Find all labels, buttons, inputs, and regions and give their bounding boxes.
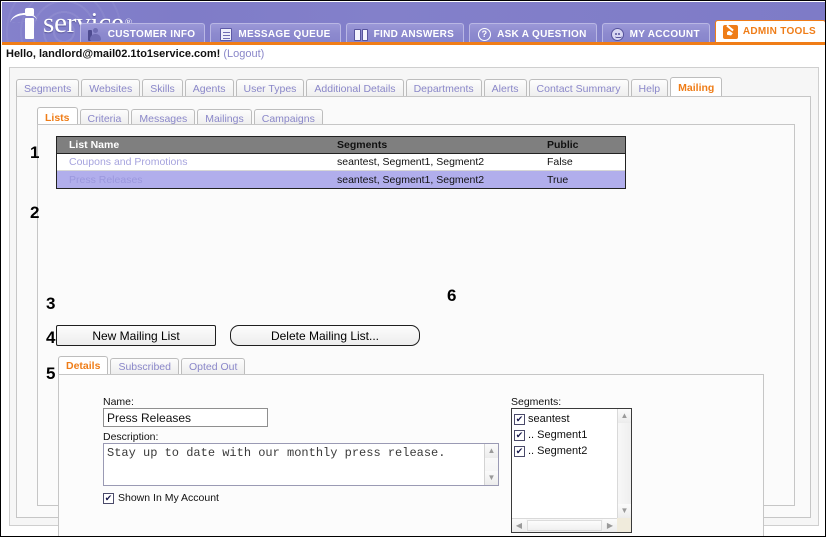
nav-tab-label: CUSTOMER INFO [107, 29, 196, 40]
application-window: service ® CUSTOMER INFO MESSAGE QUEUE [0, 0, 826, 537]
primary-navigation: CUSTOMER INFO MESSAGE QUEUE FIND ANSWERS… [79, 20, 825, 45]
public-cell: False [547, 156, 573, 168]
scroll-up-icon[interactable]: ▲ [618, 409, 631, 423]
annotation-6: 6 [447, 286, 457, 305]
description-vertical-scrollbar[interactable]: ▲ ▼ [484, 444, 498, 485]
column-header-public: Public [547, 139, 579, 151]
list-name-link[interactable]: Coupons and Promotions [69, 156, 188, 168]
list-name-cell[interactable]: Coupons and Promotions [57, 156, 337, 168]
app-header: service ® CUSTOMER INFO MESSAGE QUEUE [2, 2, 825, 45]
name-field-label: Name: [103, 396, 134, 408]
segment-checkbox[interactable]: ✔ [514, 445, 525, 457]
list-item[interactable]: ✔ seantest [514, 411, 617, 427]
segments-horizontal-scrollbar[interactable]: ◀ ▶ [512, 518, 617, 532]
segments-checkbox-list: ✔ seantest ✔ .. Segment1 ✔ .. Segment2 ▲… [511, 408, 632, 533]
list-actions-toolbar: New Mailing List Delete Mailing List... [56, 325, 420, 346]
tab-subscribed[interactable]: Subscribed [110, 358, 179, 375]
greeting-text: Hello, landlord@mail02.1to1service.com! [6, 48, 221, 60]
scroll-down-icon[interactable]: ▼ [485, 471, 498, 485]
annotation-3: 3 [46, 294, 56, 313]
table-row[interactable]: Press Releases seantest, Segment1, Segme… [57, 171, 625, 188]
scroll-right-icon[interactable]: ▶ [603, 519, 617, 532]
description-textarea[interactable]: Stay up to date with our monthly press r… [104, 444, 484, 485]
segments-cell: seantest, Segment1, Segment2 [337, 156, 485, 168]
nav-tab-message-queue[interactable]: MESSAGE QUEUE [210, 23, 341, 45]
shown-in-my-account-row[interactable]: ✔ Shown In My Account [103, 492, 219, 504]
column-header-list-name: List Name [69, 139, 120, 151]
shown-in-my-account-checkbox[interactable]: ✔ [103, 492, 114, 504]
scroll-left-icon[interactable]: ◀ [512, 519, 526, 532]
tools-icon [722, 24, 738, 39]
tab-opted-out[interactable]: Opted Out [180, 358, 246, 375]
scrollbar-corner [617, 518, 631, 532]
description-field-label: Description: [103, 431, 159, 443]
scroll-thumb[interactable] [527, 520, 602, 531]
admin-tools-panel: Segments Websites Skills Agents User Typ… [9, 67, 819, 536]
greeting-bar: Hello, landlord@mail02.1to1service.com! … [6, 48, 264, 60]
list-item[interactable]: ✔ .. Segment2 [514, 443, 617, 459]
table-row[interactable]: Coupons and Promotions seantest, Segment… [57, 154, 625, 171]
nav-tab-label: FIND ANSWERS [373, 29, 455, 40]
details-panel: Name: Description: Stay up to date with … [58, 374, 764, 536]
public-cell: True [547, 173, 569, 186]
annotation-5: 5 [46, 364, 56, 383]
list-name-link[interactable]: Press Releases [69, 174, 143, 186]
new-mailing-list-button[interactable]: New Mailing List [56, 325, 216, 346]
annotation-4: 4 [46, 328, 56, 347]
nav-tab-find-answers[interactable]: FIND ANSWERS [345, 23, 465, 45]
book-icon [354, 28, 369, 42]
tab-details[interactable]: Details [58, 356, 109, 375]
list-item[interactable]: ✔ .. Segment1 [514, 427, 617, 443]
scroll-up-icon[interactable]: ▲ [485, 444, 498, 458]
nav-tab-customer-info[interactable]: CUSTOMER INFO [79, 23, 206, 45]
delete-mailing-list-button[interactable]: Delete Mailing List... [230, 325, 420, 346]
nav-tab-label: MY ACCOUNT [629, 29, 700, 40]
nav-tab-label: ADMIN TOOLS [742, 26, 816, 37]
lists-panel: List Name Segments Public Coupons and Pr… [37, 124, 795, 536]
segment-label: .. Segment2 [528, 445, 588, 457]
logo-i-swoosh-icon [9, 6, 42, 40]
question-icon: ? [477, 28, 492, 42]
annotation-2: 2 [30, 203, 40, 222]
scroll-down-icon[interactable]: ▼ [618, 504, 631, 518]
segments-list-items: ✔ seantest ✔ .. Segment1 ✔ .. Segment2 [512, 409, 617, 518]
shown-in-my-account-label: Shown In My Account [118, 492, 219, 504]
annotation-1: 1 [30, 143, 40, 162]
nav-tab-admin-tools[interactable]: ADMIN TOOLS [714, 20, 825, 45]
column-header-segments: Segments [337, 139, 388, 151]
tab-mailing[interactable]: Mailing [670, 77, 723, 98]
logout-link[interactable]: (Logout) [223, 48, 264, 60]
mailing-panel: Lists Criteria Messages Mailings Campaig… [16, 96, 811, 536]
table-header-row: List Name Segments Public [57, 137, 625, 154]
segment-checkbox[interactable]: ✔ [514, 429, 525, 441]
mailing-lists-table: List Name Segments Public Coupons and Pr… [56, 136, 626, 189]
list-name-cell[interactable]: Press Releases [57, 174, 337, 186]
segment-label: .. Segment1 [528, 429, 588, 441]
segment-checkbox[interactable]: ✔ [514, 413, 525, 425]
document-icon [218, 28, 233, 42]
nav-tab-label: ASK A QUESTION [497, 29, 587, 40]
nav-tab-my-account[interactable]: MY ACCOUNT [601, 23, 710, 45]
segments-vertical-scrollbar[interactable]: ▲ ▼ [617, 409, 631, 518]
nav-tab-label: MESSAGE QUEUE [238, 29, 331, 40]
nav-tab-ask-a-question[interactable]: ? ASK A QUESTION [469, 23, 597, 45]
person-icon [87, 28, 103, 42]
face-icon [610, 28, 625, 42]
segments-cell: seantest, Segment1, Segment2 [337, 173, 485, 186]
details-section-tabs: Details Subscribed Opted Out [58, 355, 247, 375]
segment-label: seantest [528, 413, 570, 425]
name-input[interactable] [103, 408, 268, 427]
admin-section-tabs: Segments Websites Skills Agents User Typ… [16, 76, 724, 98]
segments-field-label: Segments: [511, 396, 562, 408]
description-textarea-wrapper: Stay up to date with our monthly press r… [103, 443, 499, 486]
